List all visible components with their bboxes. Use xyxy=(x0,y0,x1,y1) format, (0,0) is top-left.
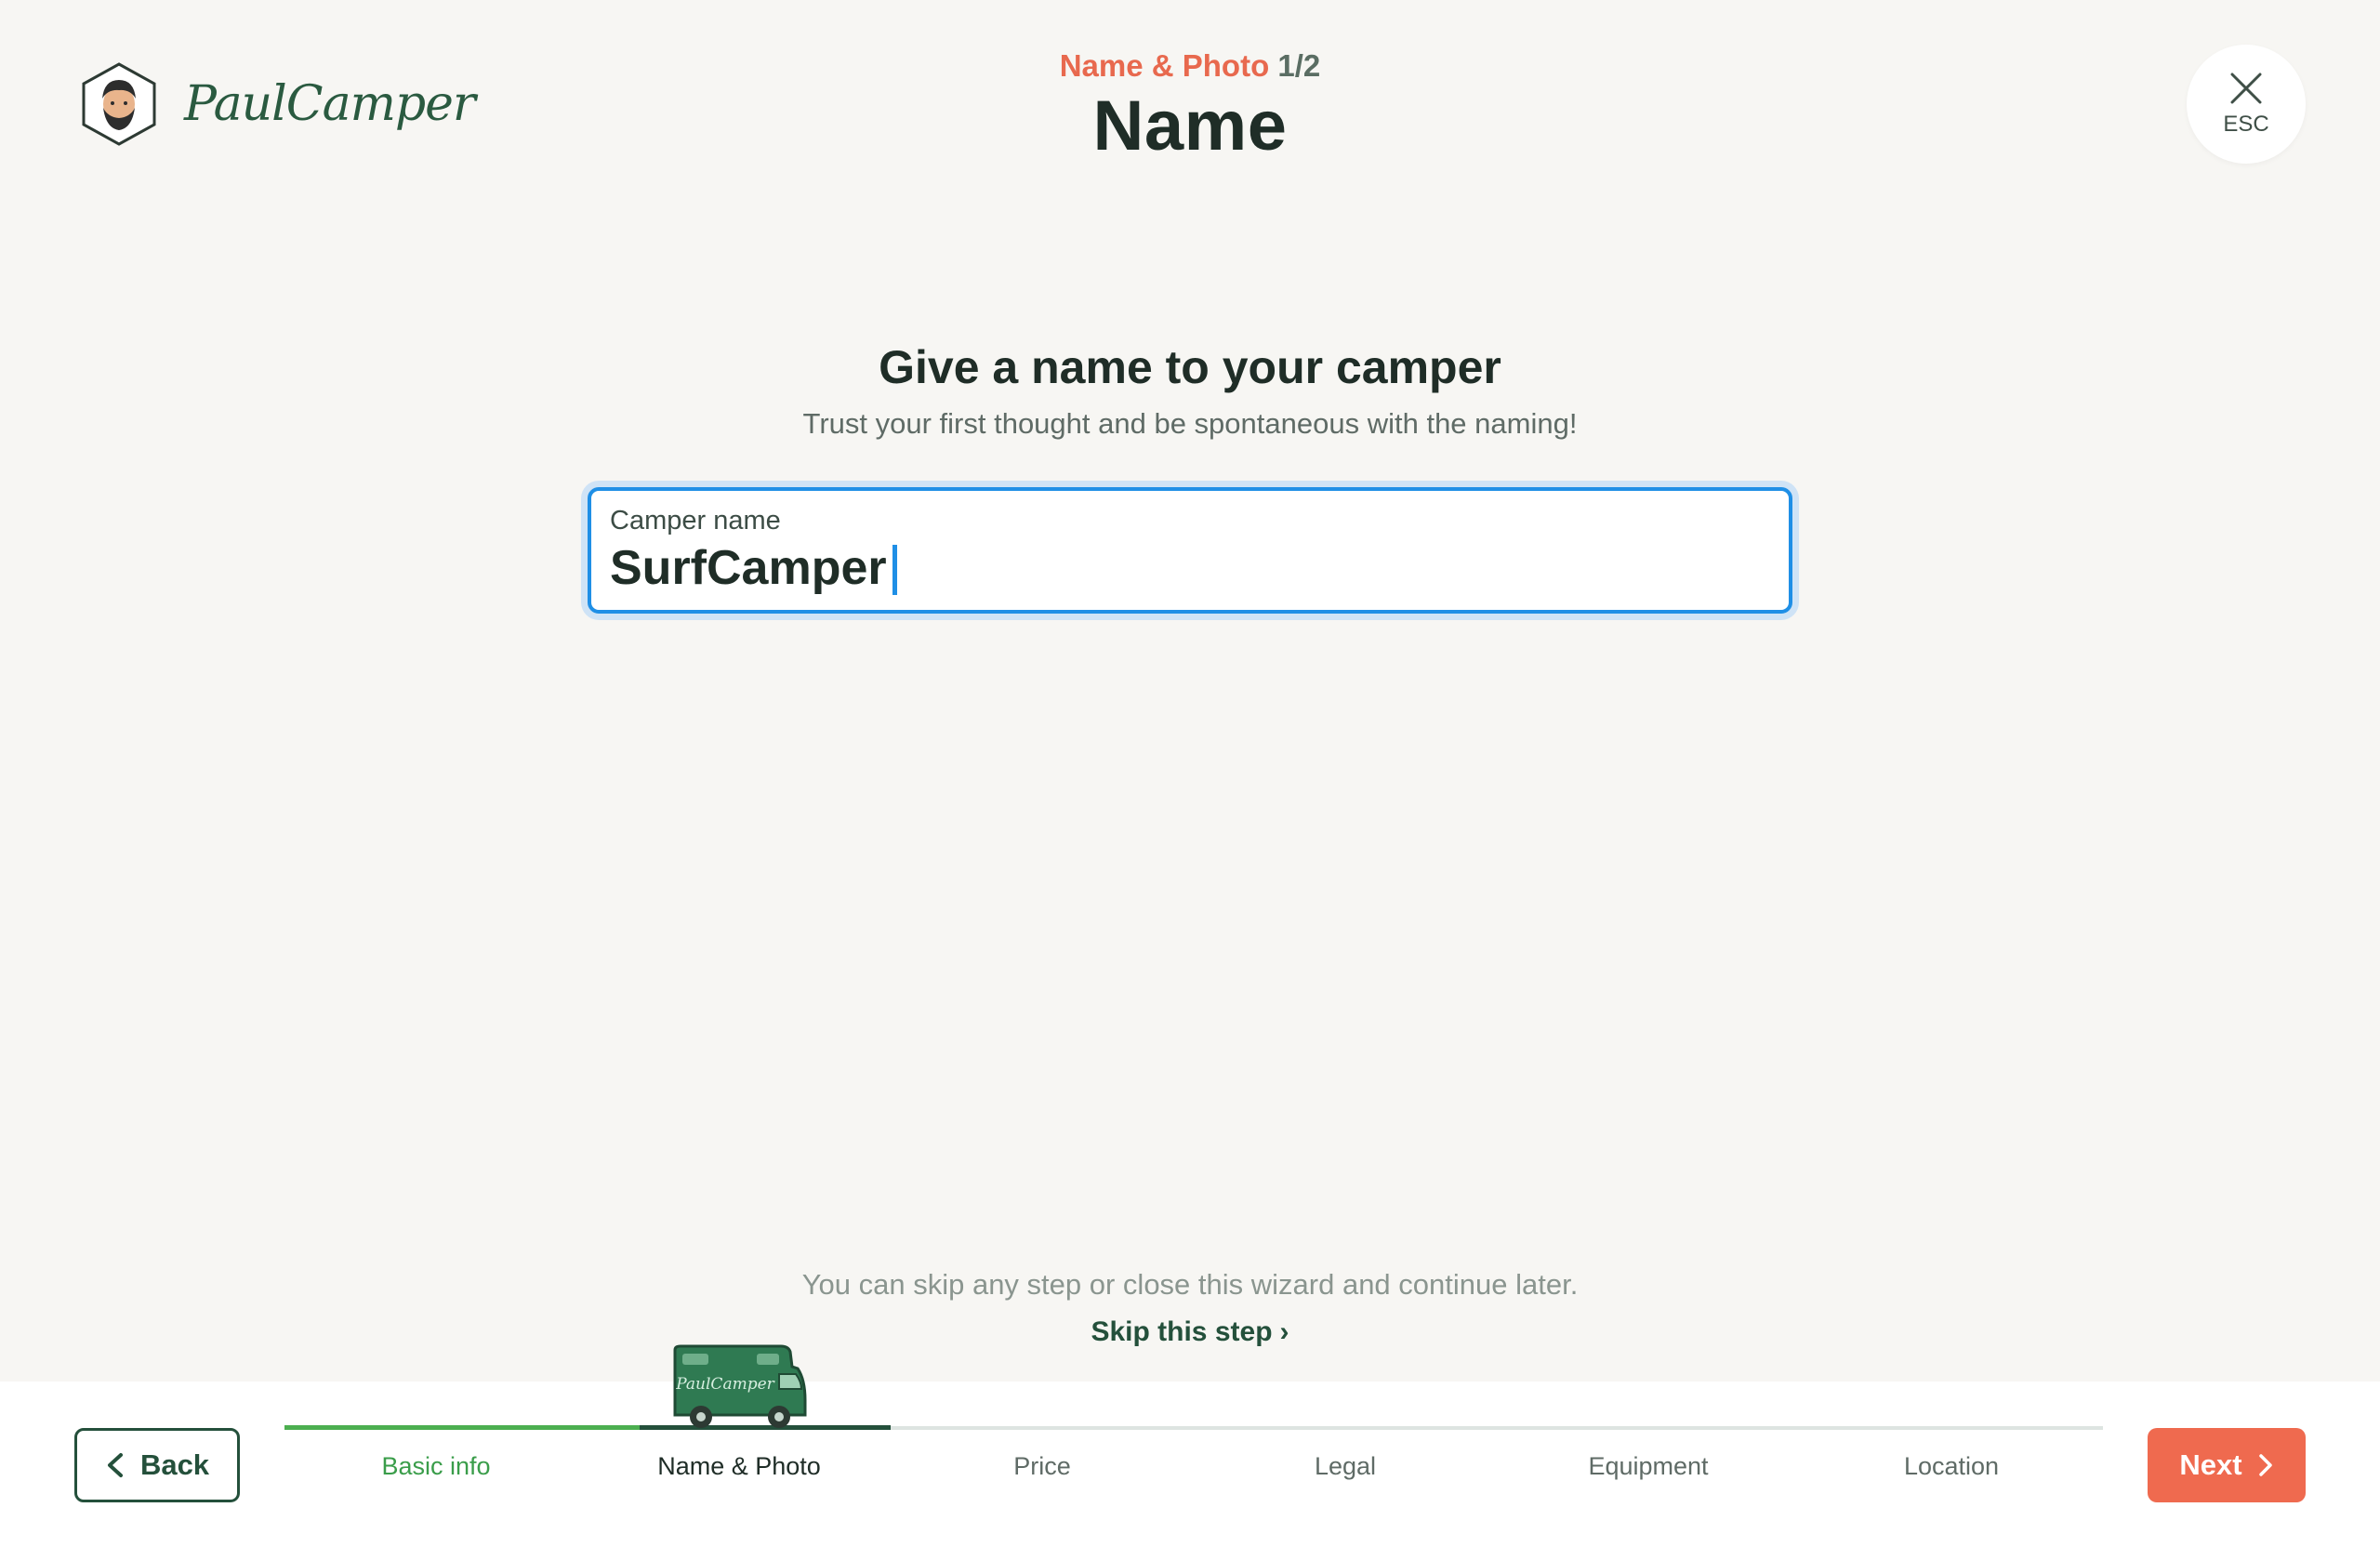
svg-text:PaulCamper: PaulCamper xyxy=(675,1375,774,1394)
step-legal[interactable]: Legal xyxy=(1194,1452,1497,1481)
skip-step-link[interactable]: Skip this step › xyxy=(0,1316,2380,1348)
back-button[interactable]: Back xyxy=(74,1428,240,1502)
step-basic-info[interactable]: Basic info xyxy=(284,1452,588,1481)
chevron-left-icon xyxy=(107,1453,123,1477)
camper-name-field[interactable]: Camper name SurfCamper xyxy=(588,487,1792,614)
camper-name-input[interactable]: SurfCamper xyxy=(610,540,887,596)
step-count: 1/2 xyxy=(1277,48,1321,83)
skip-note: You can skip any step or close this wiza… xyxy=(801,1268,1579,1301)
step-name: Name & Photo xyxy=(1059,48,1270,83)
wizard-footer: Back PaulCamper Basic info Name & Photo … xyxy=(0,1344,2380,1547)
page-title: Name xyxy=(1092,86,1288,165)
section-heading: Give a name to your camper xyxy=(879,341,1501,393)
step-indicator: Name & Photo 1/2 xyxy=(0,48,2380,84)
text-caret xyxy=(892,545,897,595)
progress-completed xyxy=(284,1425,640,1430)
wizard-steps: Basic info Name & Photo Price Legal Equi… xyxy=(284,1452,2103,1481)
section-subheading: Trust your first thought and be spontane… xyxy=(802,407,1578,440)
back-label: Back xyxy=(139,1448,210,1481)
step-price[interactable]: Price xyxy=(891,1452,1194,1481)
skip-step-label: Skip this step xyxy=(1091,1316,1273,1347)
close-icon xyxy=(2230,73,2262,104)
step-equipment[interactable]: Equipment xyxy=(1497,1452,1800,1481)
chevron-right-icon xyxy=(2258,1454,2272,1476)
step-location[interactable]: Location xyxy=(1800,1452,2103,1481)
camper-van-icon: PaulCamper xyxy=(673,1344,807,1428)
camper-name-label: Camper name xyxy=(610,506,781,536)
close-button[interactable]: ESC xyxy=(2187,45,2306,164)
next-label: Next xyxy=(2179,1448,2242,1481)
next-button[interactable]: Next xyxy=(2148,1428,2306,1502)
close-label: ESC xyxy=(2223,112,2269,137)
chevron-right-icon: › xyxy=(1279,1316,1289,1347)
step-name-photo[interactable]: Name & Photo xyxy=(588,1452,891,1481)
wizard-header: Name & Photo 1/2 Name xyxy=(0,48,2380,166)
name-step-content: Give a name to your camper Trust your fi… xyxy=(0,340,2380,441)
